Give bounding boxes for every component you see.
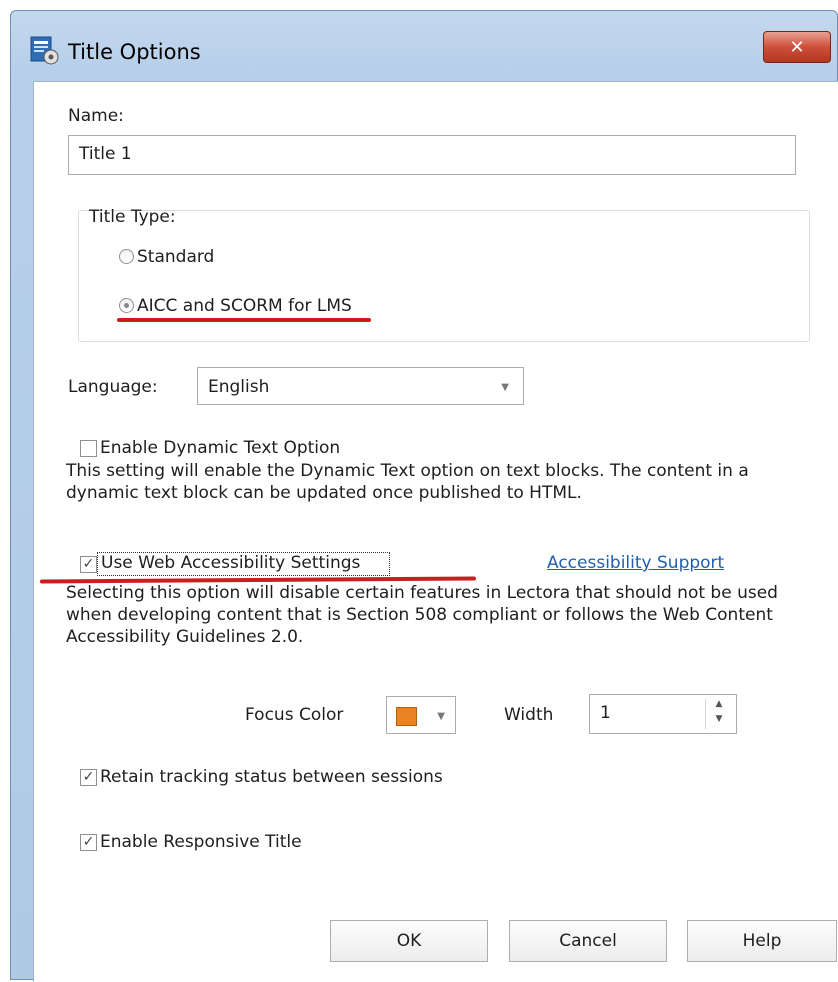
language-select[interactable]: English ▼	[197, 367, 524, 405]
spin-up-icon[interactable]: ▲	[706, 699, 732, 714]
radio-standard[interactable]	[119, 249, 134, 264]
responsive-checkbox[interactable]: ✓	[80, 834, 97, 851]
annotation-underline	[117, 318, 371, 322]
accessibility-support-link[interactable]: Accessibility Support	[547, 553, 724, 573]
language-value: English	[208, 377, 270, 397]
accessibility-label[interactable]: Use Web Accessibility Settings	[101, 553, 360, 573]
dynamic-text-checkbox[interactable]	[80, 440, 97, 457]
retain-tracking-label[interactable]: Retain tracking status between sessions	[100, 767, 443, 787]
name-input[interactable]: Title 1	[68, 135, 796, 175]
accessibility-checkbox[interactable]: ✓	[80, 556, 97, 573]
radio-aicc-scorm[interactable]	[119, 298, 134, 313]
title-type-group	[78, 210, 810, 342]
focus-color-label: Focus Color	[245, 705, 344, 725]
language-label: Language:	[68, 377, 158, 397]
title-options-icon	[30, 36, 59, 65]
cancel-button[interactable]: Cancel	[509, 920, 667, 962]
width-spinner[interactable]: 1 ▲ ▼	[589, 694, 737, 734]
width-label: Width	[504, 705, 554, 725]
chevron-down-icon: ▼	[437, 711, 445, 722]
retain-tracking-checkbox[interactable]: ✓	[80, 769, 97, 786]
title-bar[interactable]: Title Options ✕	[11, 11, 837, 81]
dynamic-text-description: This setting will enable the Dynamic Tex…	[66, 461, 749, 503]
radio-standard-label[interactable]: Standard	[137, 247, 214, 267]
help-button[interactable]: Help	[687, 920, 837, 962]
dynamic-text-label[interactable]: Enable Dynamic Text Option	[100, 438, 340, 458]
chevron-down-icon: ▼	[501, 382, 509, 393]
title-type-label: Title Type:	[89, 207, 176, 227]
name-label: Name:	[68, 106, 124, 126]
color-swatch	[396, 707, 417, 726]
dialog-content: Name: Title 1 Title Type: Standard AICC …	[33, 81, 838, 982]
responsive-label[interactable]: Enable Responsive Title	[100, 832, 302, 852]
spin-down-icon[interactable]: ▼	[706, 714, 732, 729]
width-value: 1	[600, 703, 611, 723]
radio-aicc-scorm-label[interactable]: AICC and SCORM for LMS	[137, 296, 352, 316]
close-icon: ✕	[789, 36, 805, 58]
spinner-buttons[interactable]: ▲ ▼	[705, 699, 732, 729]
accessibility-description: Selecting this option will disable certa…	[66, 583, 778, 647]
dialog-title: Title Options	[68, 40, 201, 64]
ok-button[interactable]: OK	[330, 920, 488, 962]
title-options-dialog: Title Options ✕ Name: Title 1 Title Type…	[10, 10, 838, 982]
close-button[interactable]: ✕	[763, 31, 831, 63]
focus-color-picker[interactable]: ▼	[386, 696, 456, 734]
